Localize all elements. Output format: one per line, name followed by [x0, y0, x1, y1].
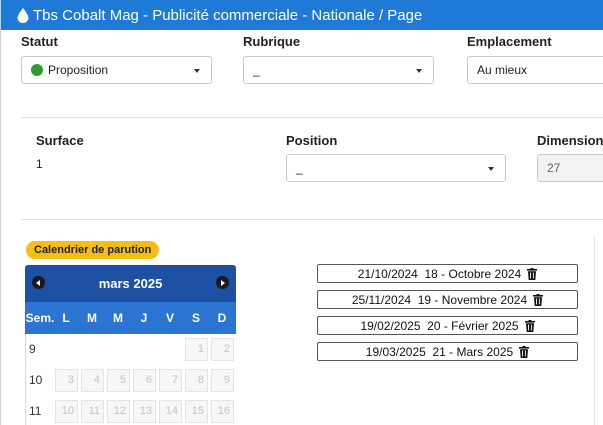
calendar-day[interactable]: 15	[185, 400, 208, 423]
calendar-day[interactable]: 4	[81, 369, 104, 392]
emplacement-value: Au mieux	[477, 63, 528, 77]
droplet-icon	[17, 7, 29, 23]
calendar-day[interactable]: 12	[107, 400, 130, 423]
calendar-header: mars 2025	[25, 265, 236, 302]
parution-label: 21 - Mars 2025	[432, 344, 514, 359]
statut-select[interactable]: Proposition	[21, 56, 212, 84]
weekday-header: Sem.	[25, 311, 55, 325]
calendar-day[interactable]: 13	[133, 400, 156, 423]
parution-label: 18 - Octobre 2024	[424, 266, 522, 281]
parution-item[interactable]: 25/11/2024 19 - Novembre 2024	[317, 290, 578, 309]
weekday-header: V	[165, 311, 174, 325]
calendar-day[interactable]: 5	[107, 369, 130, 392]
divider	[594, 236, 595, 425]
surface-label: Surface	[36, 133, 84, 148]
window-titlebar: Tbs Cobalt Mag - Publicité commerciale -…	[1, 0, 603, 30]
weekday-header: L	[62, 311, 70, 325]
statut-value: Proposition	[48, 63, 109, 77]
week-number: 9	[29, 342, 36, 356]
trash-icon[interactable]	[533, 293, 544, 306]
calendar: mars 2025 Sem. L M M J V S D 9 1 2 10 3 …	[25, 265, 236, 425]
weekday-header: M	[113, 311, 123, 325]
trash-icon[interactable]	[527, 267, 538, 280]
calendar-day[interactable]: 7	[159, 369, 182, 392]
statut-label: Statut	[21, 34, 58, 49]
calendar-week: 11 10 11 12 13 14 15 16	[26, 396, 237, 425]
calendar-day[interactable]: 1	[185, 338, 208, 361]
parution-label: 20 - Février 2025	[427, 318, 519, 333]
calendar-day[interactable]: 16	[211, 400, 234, 423]
parution-item[interactable]: 21/10/2024 18 - Octobre 2024	[317, 264, 578, 283]
trash-icon[interactable]	[524, 319, 535, 332]
rubrique-select[interactable]: _	[243, 56, 434, 84]
week-number: 10	[29, 373, 43, 387]
weekday-header: D	[217, 311, 227, 325]
calendar-day[interactable]: 10	[55, 400, 78, 423]
rubrique-value: _	[253, 63, 260, 77]
calendar-day[interactable]: 14	[159, 400, 182, 423]
position-label: Position	[286, 133, 338, 148]
calendar-day[interactable]: 3	[55, 369, 78, 392]
parution-item[interactable]: 19/03/2025 21 - Mars 2025	[317, 342, 578, 361]
calendar-day[interactable]: 6	[133, 369, 156, 392]
dimension-value: 27	[547, 161, 561, 175]
weekday-header: M	[87, 311, 97, 325]
calendar-badge: Calendrier de parution	[26, 241, 160, 259]
calendar-week: 9 1 2	[26, 334, 237, 365]
dimension-label: Dimension	[537, 133, 603, 148]
parution-date: 19/03/2025	[365, 344, 426, 359]
parution-item[interactable]: 19/02/2025 20 - Février 2025	[317, 316, 578, 335]
window: { "window": { "title": "Tbs Cobalt Mag -…	[0, 0, 603, 425]
chevron-down-icon	[488, 167, 494, 171]
chevron-down-icon	[194, 69, 200, 73]
calendar-day[interactable]: 11	[81, 400, 104, 423]
emplacement-select[interactable]: Au mieux	[467, 56, 603, 84]
calendar-day[interactable]: 9	[211, 369, 234, 392]
parution-date: 19/02/2025	[360, 318, 421, 333]
calendar-body: 9 1 2 10 3 4 5 6 7 8 9 11 10 11 12 13 14…	[25, 334, 236, 425]
calendar-day[interactable]: 2	[211, 338, 234, 361]
surface-value: 1	[36, 157, 43, 171]
divider	[21, 219, 603, 220]
chevron-right-icon	[221, 279, 225, 286]
emplacement-label: Emplacement	[467, 34, 552, 49]
weekday-header: J	[140, 311, 148, 325]
rubrique-label: Rubrique	[243, 34, 301, 49]
chevron-down-icon	[416, 69, 422, 73]
parution-date: 21/10/2024	[357, 266, 418, 281]
window-title: Tbs Cobalt Mag - Publicité commerciale -…	[33, 6, 423, 24]
calendar-week: 10 3 4 5 6 7 8 9	[26, 365, 237, 396]
weekday-header: S	[191, 311, 200, 325]
green-dot-icon	[31, 64, 43, 76]
next-month-button[interactable]	[216, 276, 229, 289]
trash-icon[interactable]	[519, 345, 530, 358]
calendar-weekdays: Sem. L M M J V S D	[25, 302, 236, 334]
week-number: 11	[29, 404, 42, 418]
parution-date: 25/11/2024	[351, 292, 412, 307]
parution-label: 19 - Novembre 2024	[417, 292, 528, 307]
calendar-day[interactable]: 8	[185, 369, 208, 392]
position-select[interactable]: _	[286, 154, 506, 182]
dimension-input: 27	[537, 154, 603, 182]
calendar-month: mars 2025	[98, 276, 163, 291]
position-value: _	[296, 161, 303, 175]
divider	[21, 117, 603, 118]
